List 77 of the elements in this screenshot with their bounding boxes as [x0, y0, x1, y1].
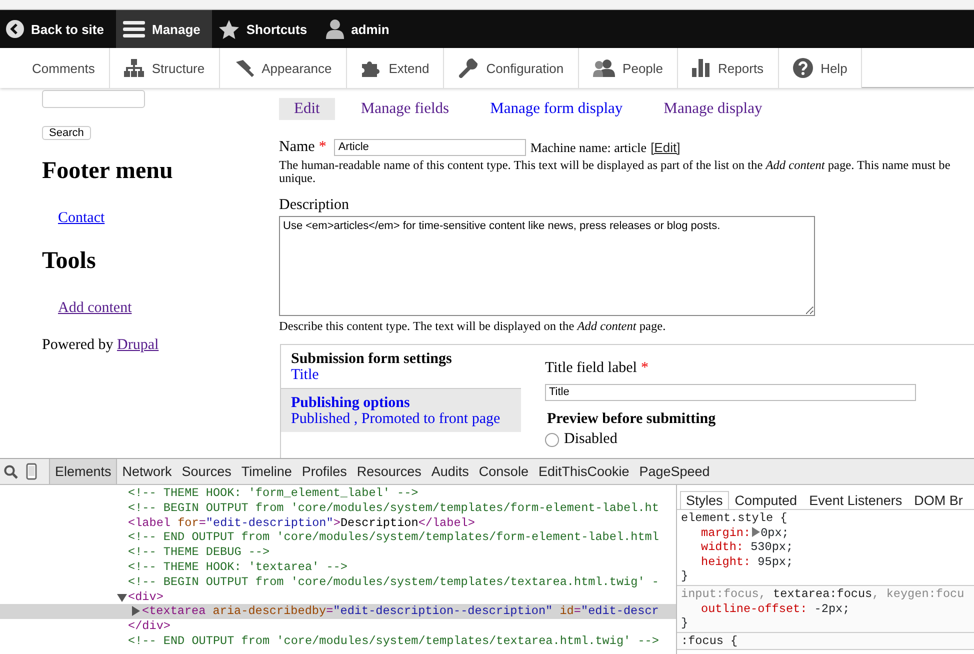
radio-button[interactable] [545, 432, 559, 447]
help-icon [792, 58, 813, 78]
powered-by-text: Powered by Drupal [42, 336, 160, 355]
tray-menu-item[interactable]: Reports [678, 48, 779, 88]
star-icon [219, 20, 240, 38]
required-mark: * [640, 358, 648, 378]
user-icon [326, 19, 344, 39]
tray-menu-item[interactable]: Configuration [444, 48, 579, 88]
devtools-tab[interactable]: Profiles [296, 459, 352, 484]
toolbar-tab[interactable]: Back to site [0, 10, 116, 48]
bar-chart-icon [692, 59, 710, 77]
field-label: Title field label [545, 358, 637, 378]
menu-link[interactable]: Add content [58, 297, 132, 320]
machine-name-text: Machine name: article [530, 138, 647, 156]
styles-tab[interactable]: Event Listeners [803, 491, 908, 509]
puzzle-icon [360, 59, 381, 77]
tray-menu-item[interactable]: Structure [110, 48, 220, 88]
brush-icon [234, 59, 254, 77]
code-line[interactable]: </div> [0, 619, 676, 634]
tray-menu-item[interactable]: Appearance [220, 48, 347, 88]
page-tab[interactable]: Manage fields [346, 98, 464, 120]
tray-menu-item[interactable]: Help [778, 48, 862, 88]
devtools-tab[interactable]: EditThisCookie [533, 459, 634, 484]
devtools-tab[interactable]: Sources [176, 459, 236, 484]
block-heading: Tools [42, 248, 97, 275]
people-icon [592, 59, 615, 77]
code-line[interactable]: <!-- THEME DEBUG --> [0, 545, 676, 560]
drupal-link[interactable]: Drupal [117, 337, 159, 353]
description-field[interactable]: Use <em>articles</em> for time-sensitive content like news, press releases or blog posts. [279, 216, 815, 316]
block-heading: Footer menu [42, 158, 174, 185]
code-line[interactable]: <label for="edit-description">Description</label> [0, 516, 676, 530]
menu-icon [122, 20, 145, 38]
styles-tab[interactable]: Computed [728, 491, 804, 509]
sitemap-icon [124, 59, 144, 77]
toolbar-tab[interactable]: Manage [116, 10, 212, 48]
section-heading: Preview before submitting [547, 411, 717, 428]
devtools-tab[interactable]: Timeline [236, 459, 297, 484]
title-field[interactable]: Title [545, 384, 916, 401]
page-tab[interactable]: Edit [279, 98, 335, 120]
disclosure-triangle-icon[interactable] [132, 606, 140, 616]
devtools-tab[interactable]: Audits [426, 459, 474, 484]
search-button[interactable]: Search [42, 126, 91, 140]
search-field[interactable] [42, 90, 145, 108]
code-line[interactable]: <!-- END OUTPUT from 'core/modules/system/templates/textarea.html.twig' --> [0, 634, 676, 649]
devtools-tab[interactable]: Console [474, 459, 534, 484]
wrench-icon [458, 58, 478, 78]
option-label: Disabled [564, 432, 618, 448]
devtools-tab[interactable]: Elements [49, 459, 118, 484]
code-line[interactable]: <!-- THEME HOOK: 'form_element_label' --> [0, 486, 676, 501]
toolbar-tab[interactable]: Shortcuts [212, 10, 320, 48]
tray-menu-item[interactable]: Comments [0, 48, 110, 88]
devtools-tab[interactable]: Network [117, 459, 177, 484]
field-label: Description [279, 196, 350, 215]
help-text: The human-readable name of this content type. This text will be displayed as part of the list on the Add content page. This name must be unique. [279, 158, 952, 186]
styles-tab[interactable]: DOM Br [908, 491, 969, 509]
code-line[interactable]: <!-- END OUTPUT from 'core/modules/system/templates/form-element-label.html [0, 530, 676, 546]
mobile-device-icon [26, 463, 37, 480]
back-icon [6, 20, 24, 38]
page-tab[interactable]: Manage display [648, 98, 778, 120]
vertical-tab[interactable]: Publishing options Published , Promoted to front page [281, 388, 521, 432]
menu-link[interactable]: Contact [58, 207, 105, 230]
toolbar-tab[interactable]: admin [319, 10, 402, 48]
tray-menu-item[interactable]: People [578, 48, 678, 88]
styles-tab[interactable]: Styles [680, 491, 729, 509]
tray-menu-item[interactable]: Extend [346, 48, 444, 88]
code-line[interactable]: <!-- BEGIN OUTPUT from 'core/modules/system/templates/form-element-label.ht [0, 500, 676, 516]
name-field[interactable]: Article [334, 138, 526, 156]
devtools-tab[interactable]: Resources [352, 459, 426, 484]
field-label: Name [279, 138, 315, 157]
page-tab[interactable]: Manage form display [475, 98, 638, 120]
machine-name-edit-link[interactable]: [Edit] [650, 140, 680, 155]
code-line[interactable]: <!-- BEGIN OUTPUT from 'core/modules/system/templates/textarea.html.twig' - [0, 574, 676, 590]
help-text: Describe this content type. The text will be displayed on the Add content page. [279, 320, 667, 334]
search-icon [4, 464, 18, 478]
code-line[interactable]: <!-- THEME HOOK: 'textarea' --> [0, 560, 676, 575]
required-mark: * [318, 138, 326, 157]
devtools-tab[interactable]: PageSpeed [634, 459, 715, 484]
